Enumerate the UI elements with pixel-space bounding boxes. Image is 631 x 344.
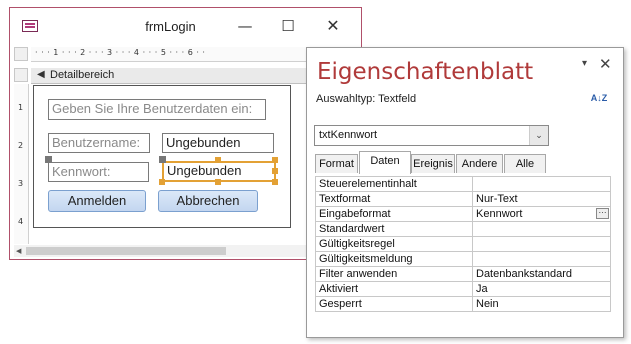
tab-alle[interactable]: Alle (504, 154, 546, 173)
vruler-mark: 4 (18, 217, 24, 226)
object-selector[interactable]: txtKennwort ⌄ (314, 125, 549, 146)
minimize-button[interactable]: — (232, 16, 258, 36)
resize-handle[interactable] (215, 157, 221, 163)
move-handle[interactable] (159, 156, 166, 163)
cancel-button[interactable]: Abbrechen (158, 190, 258, 212)
property-value[interactable]: Kennwort (476, 208, 522, 220)
section-arrow-icon: ◀ (37, 69, 45, 80)
property-value[interactable]: Nein (472, 296, 611, 312)
property-value-cell[interactable]: Kennwort ··· (472, 206, 611, 222)
property-name: Gültigkeitsregel (315, 236, 473, 252)
form-titlebar: frmLogin — ☐ ✕ (10, 8, 361, 41)
tab-daten[interactable]: Daten (359, 151, 411, 174)
selected-object: txtKennwort (319, 129, 378, 141)
property-value[interactable] (472, 221, 611, 237)
heading-label[interactable]: Geben Sie Ihre Benutzerdaten ein: (48, 99, 266, 120)
property-row[interactable]: Gesperrt Nein (315, 296, 611, 312)
tab-ereignis[interactable]: Ereignis (411, 154, 455, 173)
property-name: Standardwert (315, 221, 473, 237)
resize-handle[interactable] (159, 179, 165, 185)
property-grid: Steuerelementinhalt Textformat Nur-Text … (315, 176, 611, 312)
login-button[interactable]: Anmelden (48, 190, 146, 212)
property-row[interactable]: Standardwert (315, 221, 611, 237)
property-row[interactable]: Eingabeformat Kennwort ··· (315, 206, 611, 222)
property-row[interactable]: Textformat Nur-Text (315, 191, 611, 207)
resize-handle[interactable] (272, 179, 278, 185)
tab-format[interactable]: Format (315, 154, 358, 173)
property-name: Filter anwenden (315, 266, 473, 282)
chevron-down-icon[interactable]: ⌄ (529, 126, 548, 145)
vruler-mark: 3 (18, 179, 24, 188)
selection-type-label: Auswahltyp: Textfeld (316, 93, 417, 105)
builder-button[interactable]: ··· (596, 208, 609, 219)
property-value[interactable] (472, 176, 611, 192)
section-label: Detailbereich (50, 69, 115, 81)
property-row[interactable]: Aktiviert Ja (315, 281, 611, 297)
property-value[interactable] (472, 251, 611, 267)
property-name: Gültigkeitsmeldung (315, 251, 473, 267)
property-row[interactable]: Gültigkeitsmeldung (315, 251, 611, 267)
property-value[interactable]: Ja (472, 281, 611, 297)
scroll-left-icon[interactable]: ◀ (16, 247, 21, 255)
vertical-ruler[interactable]: 1 2 3 4 (14, 84, 29, 244)
property-row[interactable]: Steuerelementinhalt (315, 176, 611, 192)
property-name: Steuerelementinhalt (315, 176, 473, 192)
ruler-ticks: · · · 1 · · · 2 · · · 3 · · · 4 · · · 5 … (35, 48, 206, 57)
resize-handle[interactable] (272, 157, 278, 163)
property-sheet: Eigenschaftenblatt ▾ ✕ Auswahltyp: Textf… (306, 47, 624, 338)
property-name: Gesperrt (315, 296, 473, 312)
resize-handle[interactable] (215, 179, 221, 185)
sort-az-icon[interactable]: A↓Z (590, 94, 608, 112)
username-textbox[interactable]: Ungebunden (162, 133, 274, 153)
resize-handle[interactable] (272, 168, 278, 174)
property-name: Eingabeformat (315, 206, 473, 222)
property-value[interactable] (472, 236, 611, 252)
tab-andere[interactable]: Andere (456, 154, 503, 173)
move-handle[interactable] (45, 156, 52, 163)
username-label[interactable]: Benutzername: (48, 133, 150, 153)
form-selector[interactable] (14, 47, 28, 61)
pane-menu-icon[interactable]: ▾ (582, 58, 587, 69)
close-button[interactable]: ✕ (320, 16, 346, 36)
property-row[interactable]: Filter anwenden Datenbankstandard (315, 266, 611, 282)
property-sheet-title: Eigenschaftenblatt (317, 59, 534, 85)
password-label[interactable]: Kennwort: (48, 162, 149, 182)
property-name: Textformat (315, 191, 473, 207)
close-icon[interactable]: ✕ (599, 55, 612, 73)
vruler-mark: 2 (18, 141, 24, 150)
section-selector[interactable] (14, 68, 28, 82)
vruler-mark: 1 (18, 103, 24, 112)
property-value[interactable]: Datenbankstandard (472, 266, 611, 282)
form-title: frmLogin (145, 19, 196, 34)
property-name: Aktiviert (315, 281, 473, 297)
maximize-button[interactable]: ☐ (275, 16, 301, 36)
property-value[interactable]: Nur-Text (472, 191, 611, 207)
scroll-thumb[interactable] (26, 247, 226, 255)
property-row[interactable]: Gültigkeitsregel (315, 236, 611, 252)
